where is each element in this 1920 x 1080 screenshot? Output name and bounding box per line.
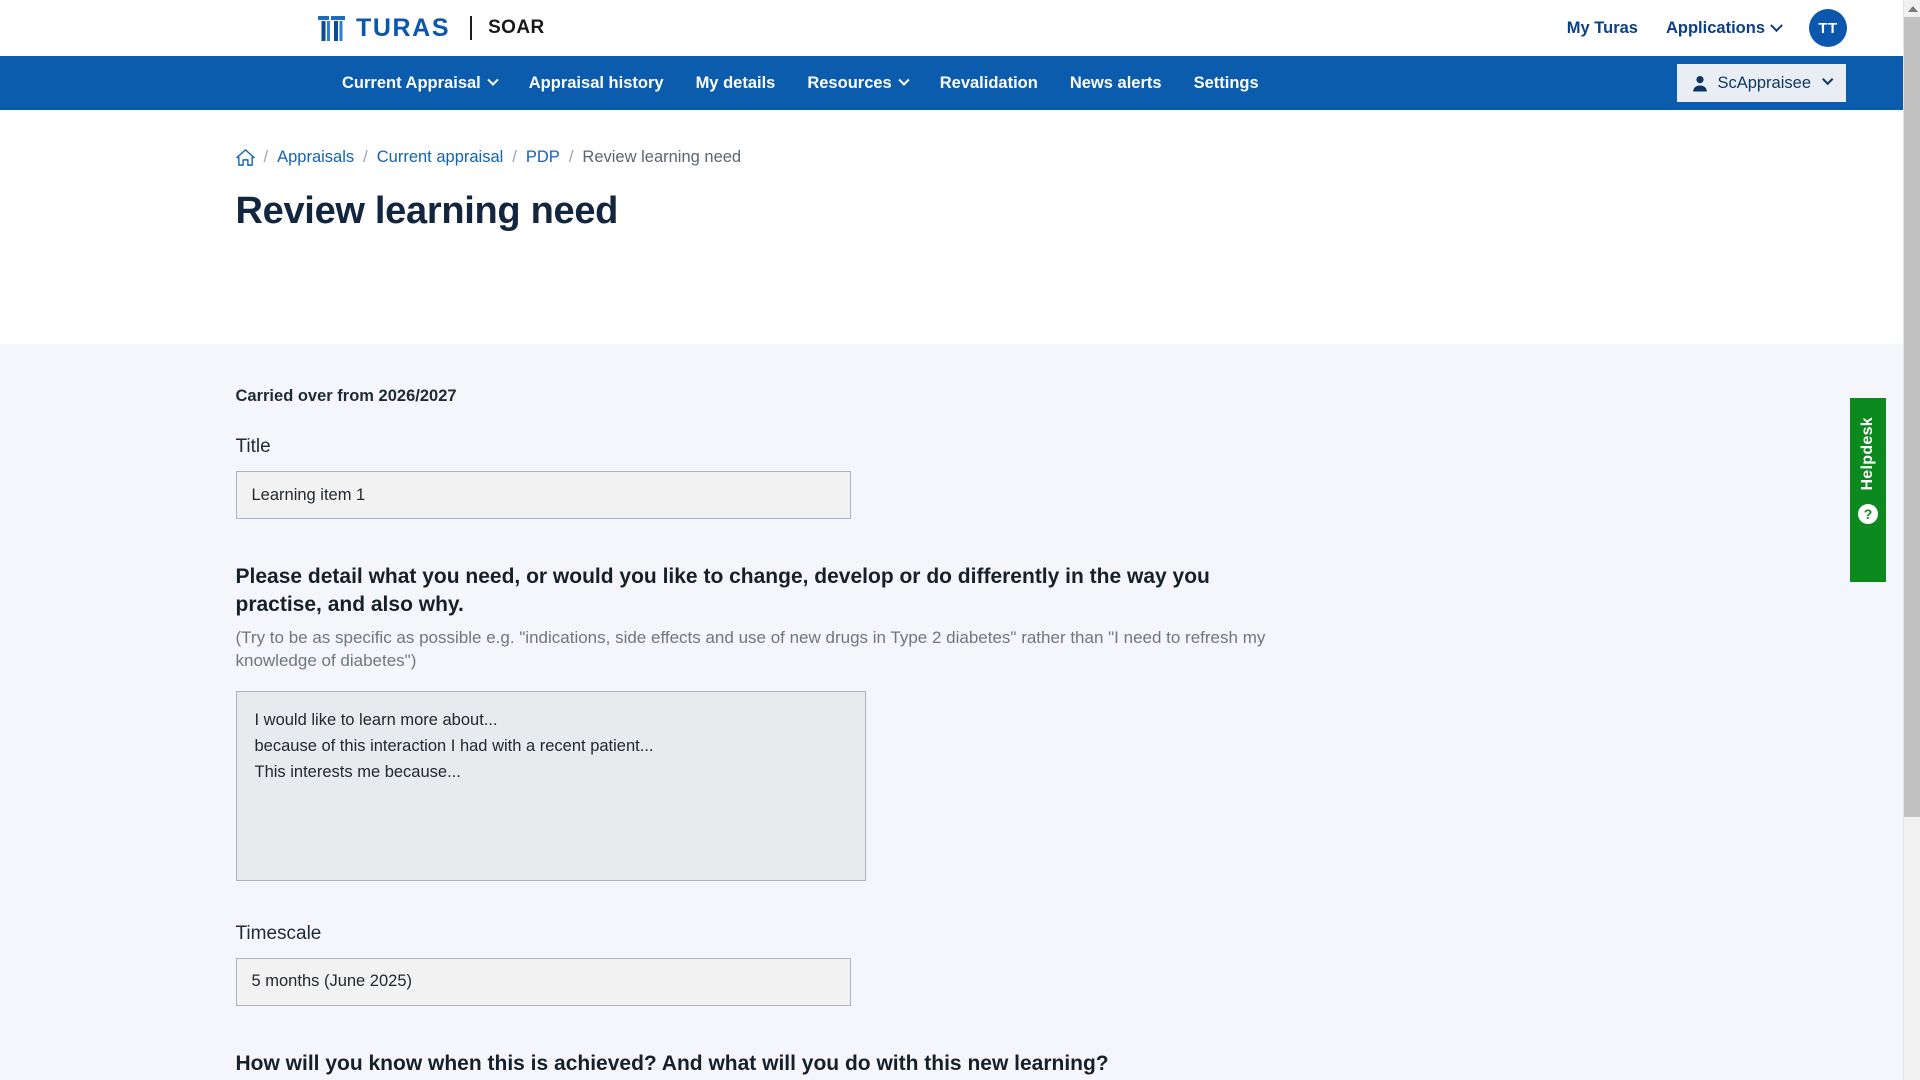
breadcrumb-home-link[interactable] [235,148,255,167]
nav-item-label: My details [695,73,776,92]
top-header-actions: My Turas Applications TT [1567,9,1847,47]
helpdesk-tab-button[interactable]: Helpdesk ? [1850,398,1886,582]
brand-logo-link[interactable]: TURAS SOAR [318,14,545,43]
nav-item-my-details[interactable]: My details [680,68,792,99]
chevron-down-icon [487,74,499,86]
nav-item-label: Resources [807,73,892,92]
breadcrumb-separator: / [263,148,269,166]
page-header-band: / Appraisals / Current appraisal / PDP /… [0,110,1903,344]
breadcrumb-item-pdp[interactable]: PDP [526,148,560,167]
scrollbar-thumb[interactable] [1904,17,1920,817]
detail-question-group: Please detail what you need, or would yo… [235,563,1672,881]
title-field-label: Title [235,436,271,457]
user-account-menu-button[interactable]: ScAppraisee [1677,64,1846,102]
nav-item-appraisal-history[interactable]: Appraisal history [513,68,680,99]
chevron-down-icon [1822,73,1834,86]
timescale-field-label: Timescale [235,922,322,944]
nav-item-list: Current Appraisal Appraisal history My d… [326,68,1275,99]
title-field-group: Title Learning item 1 [235,436,1672,519]
nav-item-settings[interactable]: Settings [1178,68,1275,99]
helpdesk-label: Helpdesk [1859,417,1876,491]
nav-item-label: Settings [1193,73,1259,92]
avatar-initials: TT [1818,19,1838,37]
page-title: Review learning need [235,190,619,232]
page-root: TURAS SOAR My Turas Applications TT Curr… [0,0,1903,1080]
detail-textarea[interactable]: I would like to learn more about... beca… [235,690,866,881]
detail-question-label: Please detail what you need, or would yo… [235,565,1210,616]
detail-question-hint: (Try to be as specific as possible e.g. … [235,627,1266,671]
nav-item-label: Current Appraisal [342,73,481,92]
brand-sub-label: SOAR [488,17,545,38]
breadcrumb-item-current-appraisal[interactable]: Current appraisal [377,148,504,167]
top-header-bar: TURAS SOAR My Turas Applications TT [0,0,1903,56]
main-content: Carried over from 2026/2027 Title Learni… [0,344,1903,1080]
applications-label: Applications [1665,18,1765,37]
applications-menu[interactable]: Applications [1665,18,1783,38]
nav-item-label: Appraisal history [528,73,664,92]
breadcrumb-item-current: Review learning need [582,148,742,166]
nav-item-label: Revalidation [939,73,1038,92]
home-icon [235,149,255,166]
breadcrumb-item-appraisals[interactable]: Appraisals [277,148,354,167]
achieved-question-label: How will you know when this is achieved?… [235,1051,1109,1075]
my-turas-label: My Turas [1566,18,1638,37]
scroll-up-arrow-icon[interactable] [1904,0,1920,17]
browser-viewport: TURAS SOAR My Turas Applications TT Curr… [0,0,1920,1080]
breadcrumb-separator: / [568,148,574,166]
timescale-field-group: Timescale 5 months (June 2025) [235,922,1672,1006]
brand-divider [470,16,473,40]
breadcrumb: / Appraisals / Current appraisal / PDP /… [235,148,1672,167]
question-mark-icon: ? [1858,503,1878,524]
timescale-input[interactable]: 5 months (June 2025) [235,957,851,1006]
my-turas-link[interactable]: My Turas [1567,19,1638,38]
nav-item-resources[interactable]: Resources [791,68,923,99]
nav-item-news-alerts[interactable]: News alerts [1054,68,1178,99]
nav-item-label: News alerts [1069,73,1162,92]
breadcrumb-separator: / [512,148,517,166]
achieved-question-group: How will you know when this is achieved?… [236,1050,1672,1080]
person-icon [1693,75,1708,91]
main-navigation-bar: Current Appraisal Appraisal history My d… [0,56,1903,110]
user-pill-label: ScAppraisee [1717,73,1811,92]
nav-item-revalidation[interactable]: Revalidation [924,68,1054,99]
avatar[interactable]: TT [1809,9,1847,47]
title-input[interactable]: Learning item 1 [235,471,851,519]
carried-over-label: Carried over from 2026/2027 [235,387,457,405]
breadcrumb-separator: / [363,148,368,166]
nav-item-current-appraisal[interactable]: Current Appraisal [326,68,513,99]
chevron-down-icon [898,74,910,86]
turas-logo-icon [318,15,345,41]
brand-wordmark: TURAS [356,13,451,42]
chevron-down-icon [1770,18,1783,32]
vertical-scrollbar[interactable] [1903,0,1920,1080]
